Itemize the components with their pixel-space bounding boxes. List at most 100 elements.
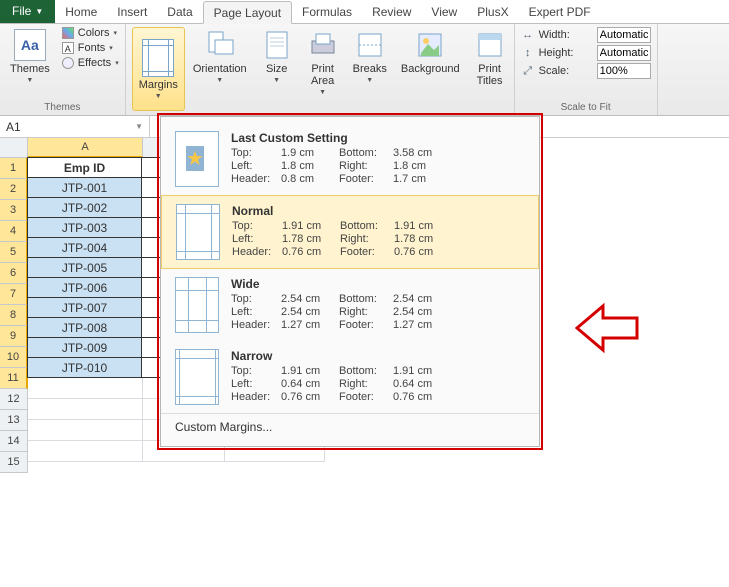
tab-view[interactable]: View bbox=[421, 0, 467, 23]
tab-file[interactable]: File ▼ bbox=[0, 0, 55, 23]
tab-home[interactable]: Home bbox=[55, 0, 107, 23]
margins-button[interactable]: Margins ▼ bbox=[132, 27, 185, 111]
cell[interactable]: JTP-006 bbox=[27, 277, 142, 298]
cell[interactable]: JTP-002 bbox=[27, 197, 142, 218]
fonts-icon: A bbox=[62, 42, 74, 54]
row-header[interactable]: 14 bbox=[0, 431, 28, 452]
tab-insert[interactable]: Insert bbox=[107, 0, 157, 23]
cell[interactable]: JTP-010 bbox=[27, 357, 142, 378]
margins-option-wide[interactable]: WideTop:2.54 cmBottom:2.54 cmLeft:2.54 c… bbox=[161, 269, 539, 341]
row-header[interactable]: 9 bbox=[0, 326, 28, 347]
row-header[interactable]: 2 bbox=[0, 179, 28, 200]
print-area-button[interactable]: Print Area▼ bbox=[301, 27, 345, 111]
row-header[interactable]: 10 bbox=[0, 347, 28, 368]
size-icon bbox=[261, 29, 293, 61]
margins-option-normal[interactable]: NormalTop:1.91 cmBottom:1.91 cmLeft:1.78… bbox=[161, 195, 539, 269]
colors-label: Colors bbox=[78, 27, 110, 39]
themes-icon: Aa bbox=[14, 29, 46, 61]
row-header[interactable]: 1 bbox=[0, 158, 28, 179]
select-all-corner[interactable] bbox=[0, 138, 28, 158]
height-icon: ↕ bbox=[521, 46, 535, 60]
width-icon: ↔ bbox=[521, 28, 535, 42]
row-header[interactable]: 3 bbox=[0, 200, 28, 221]
ribbon: Aa Themes ▼ Colors▾ AFonts▾ Effects▾ The… bbox=[0, 24, 729, 116]
tab-data[interactable]: Data bbox=[157, 0, 202, 23]
cell[interactable] bbox=[28, 399, 143, 420]
cell[interactable] bbox=[28, 420, 143, 441]
effects-icon bbox=[62, 57, 74, 69]
col-header[interactable]: A bbox=[28, 138, 143, 158]
group-title: Scale to Fit bbox=[521, 101, 651, 114]
scale-label: Scale: bbox=[539, 65, 593, 77]
custom-margins-label: Custom Margins... bbox=[175, 420, 272, 434]
tab-formulas[interactable]: Formulas bbox=[292, 0, 362, 23]
print-area-label: Print Area bbox=[311, 63, 334, 87]
breaks-icon bbox=[354, 29, 386, 61]
custom-margins-item[interactable]: Custom Margins... bbox=[161, 413, 539, 440]
margins-option-title: Narrow bbox=[231, 349, 525, 363]
row-header[interactable]: 11 bbox=[0, 368, 28, 389]
print-titles-label: Print Titles bbox=[477, 63, 503, 87]
height-input[interactable] bbox=[597, 45, 651, 61]
group-page-setup: Margins ▼ Orientation▼ Size▼ Print Area▼… bbox=[126, 24, 514, 115]
orientation-label: Orientation bbox=[193, 63, 247, 75]
themes-button[interactable]: Aa Themes ▼ bbox=[6, 27, 54, 86]
row-header[interactable]: 15 bbox=[0, 452, 28, 473]
breaks-label: Breaks bbox=[353, 63, 387, 75]
orientation-button[interactable]: Orientation▼ bbox=[187, 27, 253, 111]
themes-label: Themes bbox=[10, 63, 50, 75]
row-header[interactable]: 8 bbox=[0, 305, 28, 326]
orientation-icon bbox=[204, 29, 236, 61]
chevron-down-icon: ▼ bbox=[155, 93, 162, 100]
fonts-button[interactable]: AFonts▾ bbox=[62, 42, 119, 54]
cell[interactable]: JTP-005 bbox=[27, 257, 142, 278]
tab-plusx[interactable]: PlusX bbox=[467, 0, 518, 23]
scale-input[interactable] bbox=[597, 63, 651, 79]
margins-label: Margins bbox=[139, 79, 178, 91]
cell[interactable]: JTP-001 bbox=[27, 177, 142, 198]
tab-page-layout[interactable]: Page Layout bbox=[203, 1, 292, 24]
size-button[interactable]: Size▼ bbox=[255, 27, 299, 111]
breaks-button[interactable]: Breaks▼ bbox=[347, 27, 393, 111]
row-header[interactable]: 12 bbox=[0, 389, 28, 410]
row-header[interactable]: 6 bbox=[0, 263, 28, 284]
colors-button[interactable]: Colors▾ bbox=[62, 27, 119, 39]
tab-review[interactable]: Review bbox=[362, 0, 421, 23]
cell[interactable] bbox=[28, 441, 143, 462]
background-button[interactable]: Background bbox=[395, 27, 466, 111]
margins-thumb-icon bbox=[175, 131, 219, 187]
row-header[interactable]: 4 bbox=[0, 221, 28, 242]
cell[interactable]: JTP-003 bbox=[27, 217, 142, 238]
cell[interactable]: JTP-007 bbox=[27, 297, 142, 318]
row-header[interactable]: 5 bbox=[0, 242, 28, 263]
print-area-icon bbox=[307, 29, 339, 61]
group-title: Themes bbox=[6, 101, 119, 114]
chevron-down-icon: ▼ bbox=[35, 7, 43, 16]
size-label: Size bbox=[266, 63, 287, 75]
height-label: Height: bbox=[539, 47, 593, 59]
cell[interactable]: JTP-004 bbox=[27, 237, 142, 258]
scale-icon: ⤢ bbox=[521, 64, 535, 78]
margins-option-last-custom-setting[interactable]: Last Custom SettingTop:1.9 cmBottom:3.58… bbox=[161, 123, 539, 195]
tab-file-label: File bbox=[12, 4, 31, 18]
print-titles-button[interactable]: Print Titles bbox=[468, 27, 512, 111]
background-icon bbox=[414, 29, 446, 61]
effects-button[interactable]: Effects▾ bbox=[62, 57, 119, 69]
width-label: Width: bbox=[539, 29, 593, 41]
width-input[interactable] bbox=[597, 27, 651, 43]
cell[interactable]: Emp ID bbox=[27, 157, 142, 178]
row-header[interactable]: 7 bbox=[0, 284, 28, 305]
margins-option-title: Last Custom Setting bbox=[231, 131, 525, 145]
cell[interactable]: JTP-009 bbox=[27, 337, 142, 358]
cell[interactable] bbox=[28, 378, 143, 399]
tab-expert-pdf[interactable]: Expert PDF bbox=[519, 0, 601, 23]
margins-option-title: Normal bbox=[232, 204, 524, 218]
margins-option-narrow[interactable]: NarrowTop:1.91 cmBottom:1.91 cmLeft:0.64… bbox=[161, 341, 539, 413]
name-box[interactable]: A1 ▼ bbox=[0, 116, 150, 137]
colors-icon bbox=[62, 27, 74, 39]
group-themes: Aa Themes ▼ Colors▾ AFonts▾ Effects▾ The… bbox=[0, 24, 126, 115]
group-scale: ↔ Width: ↕ Height: ⤢ Scale: Scale to Fit bbox=[514, 24, 658, 115]
name-box-value: A1 bbox=[6, 120, 21, 134]
cell[interactable]: JTP-008 bbox=[27, 317, 142, 338]
row-header[interactable]: 13 bbox=[0, 410, 28, 431]
